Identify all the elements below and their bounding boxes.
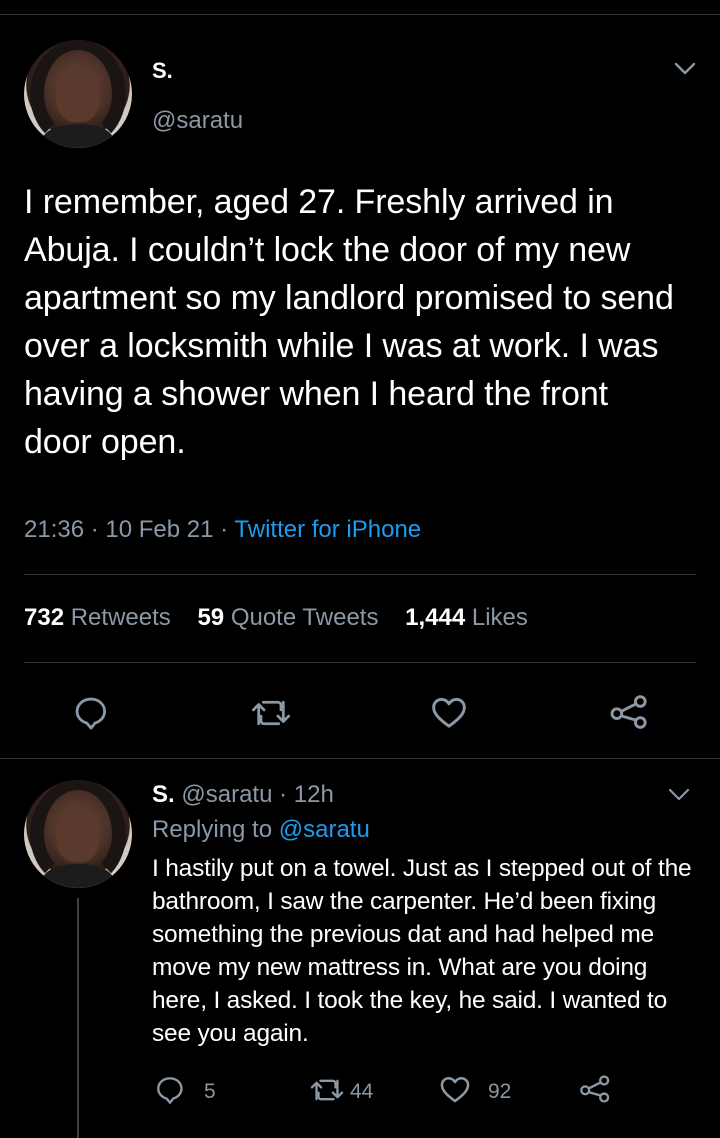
tweet-meta: 21:36 · 10 Feb 21 · Twitter for iPhone [24,516,422,543]
replying-to: Replying to @saratu [152,816,370,843]
retweets-stat[interactable]: 732 Retweets [24,604,171,631]
divider [0,758,720,759]
engagement-stats: 732 Retweets 59 Quote Tweets 1,444 Likes [24,604,528,632]
avatar[interactable] [24,40,132,148]
display-name[interactable]: S. [152,781,175,808]
reply-count: 5 [204,1080,216,1103]
likes-stat[interactable]: 1,444 Likes [405,604,528,631]
share-icon[interactable] [608,692,650,732]
avatar[interactable] [24,780,132,888]
handle[interactable]: @saratu [181,781,272,808]
top-divider [0,14,720,15]
retweet-count: 44 [350,1080,374,1103]
share-icon[interactable] [578,1072,612,1106]
chevron-down-icon[interactable] [668,788,690,802]
tweet-age[interactable]: 12h [294,781,334,808]
handle[interactable]: @saratu [152,107,243,135]
display-name[interactable]: S. [152,58,173,84]
thread-line [77,898,79,1138]
replying-to-link[interactable]: @saratu [279,816,370,843]
retweet-icon[interactable] [310,1074,344,1106]
tweet-text: I remember, aged 27. Freshly arrived in … [24,183,674,461]
reply-icon[interactable] [72,694,110,732]
reply-header: S. @saratu · 12h [152,781,334,808]
heart-icon[interactable] [429,692,469,732]
reply-icon[interactable] [154,1074,186,1106]
tweet-source-link[interactable]: Twitter for iPhone [234,516,421,543]
like-count: 92 [488,1080,512,1103]
chevron-down-icon[interactable] [674,62,696,76]
divider [24,574,696,575]
tweet-time: 21:36 [24,516,85,543]
quote-tweets-stat[interactable]: 59 Quote Tweets [197,604,378,631]
heart-icon[interactable] [438,1072,472,1106]
tweet-date: 10 Feb 21 [105,516,214,543]
divider [24,662,696,663]
reply-text: I hastily put on a towel. Just as I step… [152,855,692,1047]
retweet-icon[interactable] [251,694,291,732]
